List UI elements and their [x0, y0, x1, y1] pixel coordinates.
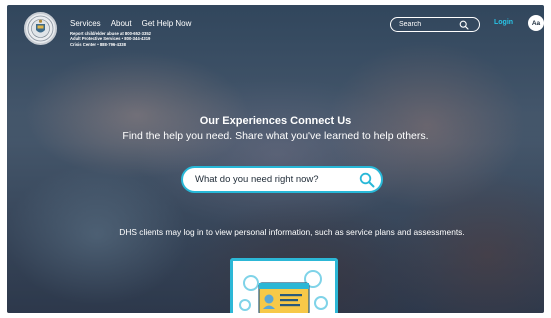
- nav-about[interactable]: About: [111, 19, 132, 28]
- hero-background: Services About Get Help Now Report child…: [7, 5, 544, 313]
- hero-title: Our Experiences Connect Us: [199, 115, 352, 127]
- search-icon[interactable]: [359, 172, 375, 188]
- login-link[interactable]: Login: [494, 19, 513, 26]
- nav-get-help-now[interactable]: Get Help Now: [142, 19, 192, 28]
- header-search: [390, 17, 480, 32]
- main-search: [181, 166, 383, 193]
- text-size-button[interactable]: Aa: [528, 15, 544, 31]
- hotline-crisis: Crisis Center • 888-796-4338: [70, 41, 126, 47]
- header-search-input[interactable]: [399, 21, 459, 28]
- hero-subtitle: Find the help you need. Share what you'v…: [122, 130, 429, 142]
- top-nav: Services About Get Help Now: [70, 19, 191, 28]
- login-card[interactable]: [230, 258, 338, 313]
- login-info-text: DHS clients may log in to view personal …: [119, 227, 465, 237]
- main-search-input[interactable]: [195, 174, 359, 185]
- nav-services[interactable]: Services: [70, 19, 101, 28]
- search-icon[interactable]: [459, 20, 469, 30]
- profile-card-gears-icon: [233, 270, 335, 313]
- logo-seal-icon[interactable]: [24, 12, 57, 45]
- hotline-list: Report child/elder abuse at 800-652-3352…: [70, 31, 151, 47]
